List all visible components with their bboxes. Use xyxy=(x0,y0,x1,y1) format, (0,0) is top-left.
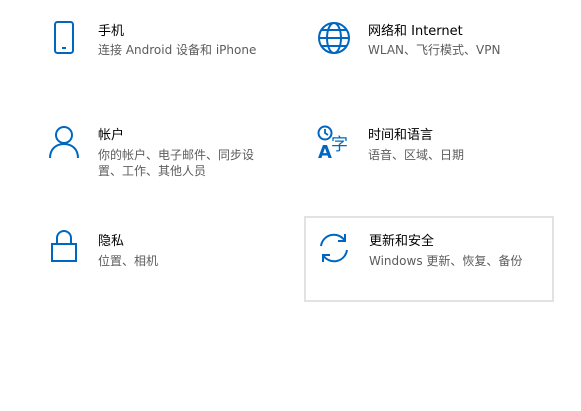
tile-description: WLAN、飞行模式、VPN xyxy=(368,43,501,57)
tile-description: 位置、相机 xyxy=(98,254,159,268)
tile-time-language[interactable]: A 字 时间和语言 语音、区域、日期 xyxy=(310,118,560,198)
tile-title: 更新和安全 xyxy=(369,234,435,249)
sync-icon xyxy=(316,230,352,266)
tile-privacy[interactable]: 隐私 位置、相机 xyxy=(40,222,290,302)
globe-icon xyxy=(316,20,352,56)
tile-title: 隐私 xyxy=(98,234,125,249)
tile-accounts[interactable]: 帐户 你的帐户、电子邮件、同步设置、工作、其他人员 xyxy=(40,118,290,198)
tile-title: 手机 xyxy=(98,24,125,39)
svg-text:字: 字 xyxy=(331,135,348,155)
language-icon: A 字 xyxy=(316,124,352,163)
phone-icon xyxy=(46,20,82,56)
tile-title: 帐户 xyxy=(98,128,125,143)
tile-description: 连接 Android 设备和 iPhone xyxy=(98,43,257,57)
tile-update-security[interactable]: 更新和安全 Windows 更新、恢复、备份 xyxy=(304,216,554,302)
tile-description: Windows 更新、恢复、备份 xyxy=(369,254,523,268)
lock-icon xyxy=(46,228,82,264)
tile-description: 语音、区域、日期 xyxy=(368,148,465,162)
tile-description: 你的帐户、电子邮件、同步设置、工作、其他人员 xyxy=(98,148,255,178)
svg-text:A: A xyxy=(318,142,332,163)
tile-title: 时间和语言 xyxy=(368,128,434,143)
tile-phone[interactable]: 手机 连接 Android 设备和 iPhone xyxy=(40,12,290,92)
person-icon xyxy=(46,124,82,160)
tile-title: 网络和 Internet xyxy=(368,24,463,39)
tile-network[interactable]: 网络和 Internet WLAN、飞行模式、VPN xyxy=(310,12,560,92)
